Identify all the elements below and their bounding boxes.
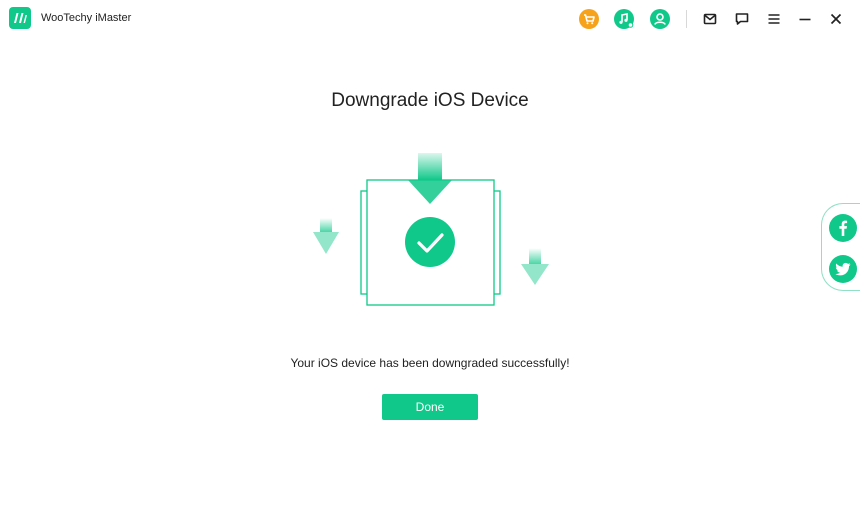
menu-icon[interactable]	[765, 10, 783, 28]
music-search-icon[interactable]	[614, 9, 634, 29]
close-icon[interactable]	[827, 10, 845, 28]
check-circle-icon	[405, 217, 455, 267]
minimize-icon[interactable]	[796, 10, 814, 28]
downgrade-success-illustration	[300, 150, 560, 315]
mail-icon[interactable]	[701, 10, 719, 28]
done-button[interactable]: Done	[382, 394, 478, 420]
success-message: Your iOS device has been downgraded succ…	[290, 356, 570, 370]
right-arrow-icon	[521, 248, 549, 285]
twitter-icon[interactable]	[829, 255, 857, 283]
toolbar-separator	[686, 10, 687, 28]
app-title: WooTechy iMaster	[41, 12, 132, 24]
facebook-icon[interactable]	[829, 214, 857, 242]
cart-icon[interactable]	[579, 9, 599, 29]
app-logo-icon	[9, 7, 31, 29]
title-bar: WooTechy iMaster	[0, 0, 860, 38]
page-title: Downgrade iOS Device	[331, 90, 529, 111]
user-icon[interactable]	[650, 9, 670, 29]
left-arrow-icon	[313, 218, 339, 254]
feedback-icon[interactable]	[733, 10, 751, 28]
share-panel	[821, 203, 860, 291]
